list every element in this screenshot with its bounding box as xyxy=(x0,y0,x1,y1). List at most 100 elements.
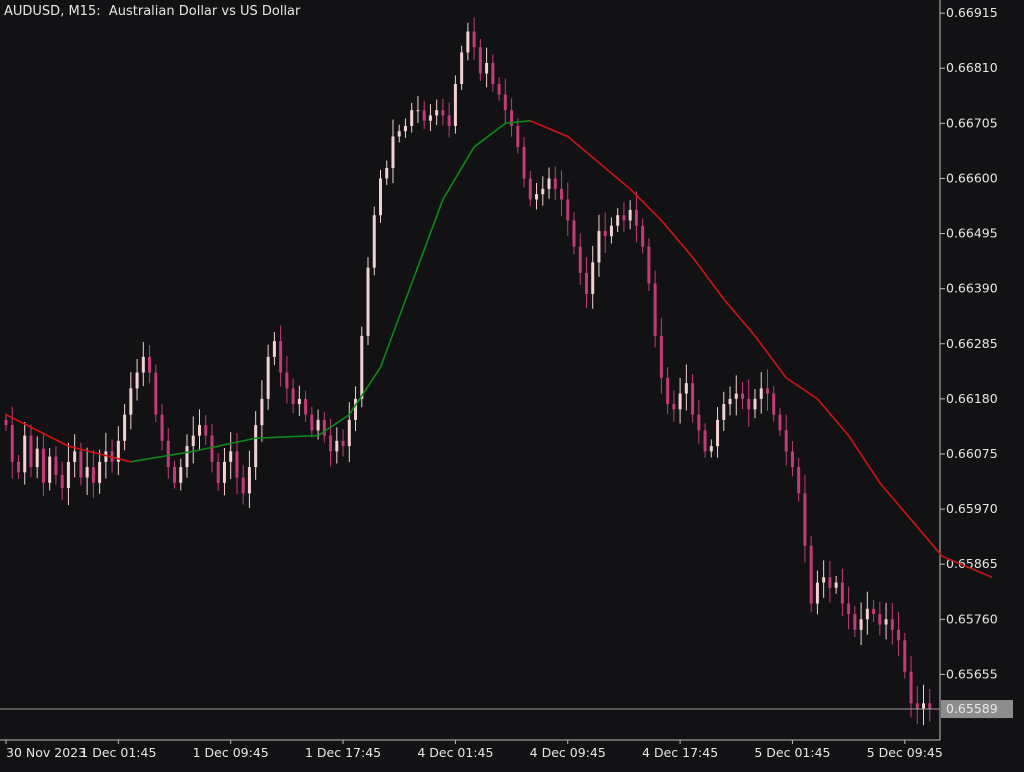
candle-body xyxy=(210,435,214,462)
candle-body xyxy=(410,110,414,126)
candle-body xyxy=(329,435,333,452)
candle-body xyxy=(890,619,894,630)
candle-body xyxy=(279,341,283,373)
candle-body xyxy=(653,283,657,336)
candle-body xyxy=(734,393,738,399)
candle-body xyxy=(497,83,501,95)
y-tick-label: 0.66915 xyxy=(946,5,998,20)
candle-body xyxy=(541,188,545,195)
candle-body xyxy=(60,474,64,489)
candle-body xyxy=(634,209,638,226)
candle-body xyxy=(91,467,95,483)
candle-body xyxy=(591,262,595,294)
candle-body xyxy=(416,110,420,112)
candle-body xyxy=(903,640,907,672)
candle-body xyxy=(528,178,532,200)
x-tick-label: 5 Dec 01:45 xyxy=(754,745,830,760)
candle-body xyxy=(491,62,495,84)
candle-body xyxy=(678,393,682,410)
candle-body xyxy=(304,398,308,415)
chart-title: AUDUSD, M15: Australian Dollar vs US Dol… xyxy=(4,4,301,19)
candle-body xyxy=(709,446,713,452)
candle-body xyxy=(472,31,476,48)
candle-body xyxy=(815,582,819,604)
candle-body xyxy=(622,215,626,221)
y-tick-label: 0.66600 xyxy=(946,170,998,185)
candle-body xyxy=(510,110,514,126)
candle-body xyxy=(310,414,314,431)
candle-body xyxy=(354,398,358,420)
candle-body xyxy=(584,272,588,294)
candle-body xyxy=(922,703,926,709)
candle-body xyxy=(16,461,20,473)
candle-body xyxy=(347,419,351,447)
candle-body xyxy=(884,619,888,625)
candle-body xyxy=(778,414,782,431)
candle-body xyxy=(897,629,901,641)
candle-body xyxy=(566,199,570,221)
candle-body xyxy=(672,404,676,410)
candle-body xyxy=(847,603,851,615)
candle-body xyxy=(73,451,77,462)
candle-body xyxy=(641,225,645,247)
candle-body xyxy=(485,62,489,74)
x-tick-label: 30 Nov 2023 xyxy=(6,745,86,760)
candle-body xyxy=(703,430,707,452)
candle-body xyxy=(435,110,439,116)
candle-body xyxy=(154,372,158,415)
candle-body xyxy=(197,425,201,436)
candle-body xyxy=(765,388,769,394)
candle-body xyxy=(859,619,863,630)
candle-body xyxy=(229,451,233,462)
price-chart[interactable]: 0.66915 0.66810 0.66705 0.66600 0.66495 0.663… xyxy=(0,0,1024,768)
candle-body xyxy=(553,178,557,189)
candle-body xyxy=(441,110,445,116)
x-tick-label: 4 Dec 17:45 xyxy=(642,745,718,760)
candle-body xyxy=(772,393,776,415)
candle-body xyxy=(722,404,726,420)
candle-body xyxy=(915,703,919,709)
candle-body xyxy=(54,456,58,475)
candle-body xyxy=(10,425,14,462)
candle-body xyxy=(666,377,670,405)
candle-body xyxy=(98,461,102,483)
x-tick-label: 4 Dec 09:45 xyxy=(530,745,606,760)
candle-body xyxy=(166,440,170,468)
candle-body xyxy=(378,178,382,216)
candle-body xyxy=(191,435,195,447)
candle-body xyxy=(909,671,913,704)
candle-body xyxy=(691,383,695,415)
candle-body xyxy=(372,215,376,268)
candle-body xyxy=(216,461,220,483)
candle-body xyxy=(341,440,345,447)
candle-body xyxy=(790,451,794,468)
current-price-label: 0.65589 xyxy=(946,701,998,716)
candle-body xyxy=(41,448,45,483)
candle-body xyxy=(759,388,763,399)
candle-body xyxy=(728,398,732,405)
candle-body xyxy=(123,414,127,441)
candle-body xyxy=(335,440,339,452)
candle xyxy=(372,206,376,276)
candle-body xyxy=(453,83,457,126)
candle-body xyxy=(29,435,33,468)
candle-body xyxy=(603,230,607,237)
candle-body xyxy=(872,608,876,615)
candle-body xyxy=(697,414,701,431)
candle-body xyxy=(4,419,8,426)
candle-body xyxy=(747,398,751,410)
candle-body xyxy=(160,414,164,441)
candle-body xyxy=(741,393,745,399)
candle-body xyxy=(179,467,183,483)
candle-body xyxy=(822,577,826,583)
candle-body xyxy=(828,577,832,588)
candle-body xyxy=(659,335,663,378)
x-tick-label: 4 Dec 01:45 xyxy=(417,745,493,760)
candle-body xyxy=(609,225,613,237)
candle-body xyxy=(809,545,813,604)
candle-body xyxy=(403,125,407,132)
candle-body xyxy=(222,461,226,483)
candle-body xyxy=(397,131,401,137)
candle xyxy=(453,75,457,134)
candle xyxy=(809,535,813,613)
